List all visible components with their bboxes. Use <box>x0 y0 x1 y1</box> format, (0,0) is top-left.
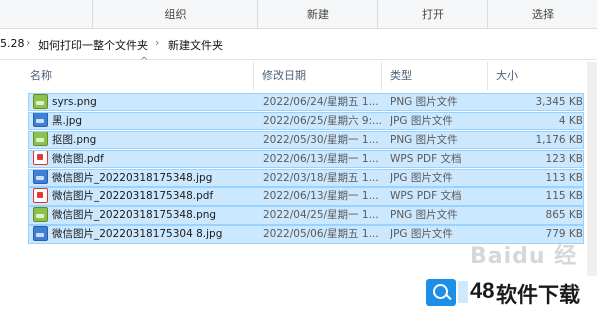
file-name-cell[interactable]: 微信图片_20220318175348.jpg <box>31 169 259 188</box>
file-type: PNG 图片文件 <box>390 96 458 108</box>
file-row[interactable]: 微信图片_20220318175348.png 2022/04/25/星期一 1.… <box>28 206 584 225</box>
file-date: 2022/04/25/星期一 1... <box>263 209 379 222</box>
png-file-icon <box>33 94 48 109</box>
file-row[interactable]: 抠图.png 2022/05/30/星期一 1... PNG 图片文件 1,176 K… <box>28 130 584 150</box>
pdf-file-icon <box>33 150 48 166</box>
ribbon-group-open[interactable]: 打开 <box>377 0 488 28</box>
file-date: 2022/06/13/星期一 1... <box>263 152 379 165</box>
file-type: PNG 图片文件 <box>390 209 458 222</box>
file-name-cell[interactable]: 微信图片_20220318175348.png <box>31 207 259 225</box>
file-name: 微信图片_20220318175348.jpg <box>52 171 213 184</box>
pdf-file-icon <box>33 188 48 203</box>
file-size: 865 KB <box>545 209 583 222</box>
file-date: 2022/05/30/星期一 1... <box>263 133 379 146</box>
breadcrumb-current[interactable]: 新建文件夹 <box>168 37 223 53</box>
file-date: 2022/06/25/星期六 9:... <box>263 114 383 127</box>
ribbon-group-bar: 组织 新建 打开 选择 <box>0 0 597 29</box>
file-size: 123 KB <box>545 152 583 165</box>
file-name: 微信图片_20220318175348.png <box>52 209 217 222</box>
file-name-cell[interactable]: 微信图.pdf <box>31 150 259 169</box>
chevron-right-icon[interactable]: › <box>155 36 159 49</box>
file-name-cell[interactable]: syrs.png <box>31 94 259 112</box>
file-row[interactable]: 微信图.pdf 2022/06/13/星期一 1... WPS PDF 文档 123 … <box>28 149 584 169</box>
banner-text: 软件下载 <box>496 283 580 307</box>
file-name-cell[interactable]: 抠图.png <box>31 131 259 150</box>
file-name: 微信图片_20220318175304 8.jpg <box>52 228 223 241</box>
file-date: 2022/03/18/星期五 1... <box>263 171 379 184</box>
file-date: 2022/06/24/星期五 1... <box>263 96 379 108</box>
file-size: 1,176 KB <box>535 133 584 146</box>
jpg-file-icon <box>33 169 48 185</box>
file-list: syrs.png 2022/06/24/星期五 1... PNG 图片文件 3,345… <box>28 93 584 244</box>
jpg-file-icon <box>33 226 48 241</box>
column-header-type[interactable]: 类型 <box>382 62 488 90</box>
breadcrumb-folder[interactable]: 如何打印一整个文件夹 <box>38 37 148 53</box>
breadcrumb-root[interactable]: 5.28 <box>0 37 25 50</box>
file-name: 抠图.png <box>52 133 97 146</box>
file-row[interactable]: 微信图片_20220318175348.jpg 2022/03/18/星期五 1.… <box>28 168 584 188</box>
file-date: 2022/06/13/星期一 1... <box>263 190 379 203</box>
file-name-cell[interactable]: 微信图片_20220318175348.pdf <box>31 188 259 206</box>
file-name-cell[interactable]: 微信图片_20220318175304 8.jpg <box>31 226 259 244</box>
column-header-date[interactable]: 修改日期 <box>254 62 382 90</box>
file-name: 黑.jpg <box>52 114 83 127</box>
banner-number: 48 <box>470 278 495 303</box>
ribbon-group-organize[interactable]: 组织 <box>92 0 258 28</box>
file-row[interactable]: 黑.jpg 2022/06/25/星期六 9:... JPG 图片文件 4 KB <box>28 111 584 131</box>
column-header-size[interactable]: 大小 <box>488 62 568 90</box>
site-banner: 48 软件下载 <box>426 276 597 309</box>
search-icon <box>426 279 456 306</box>
file-size: 113 KB <box>545 171 583 184</box>
jpg-file-icon <box>33 112 48 128</box>
file-size: 3,345 KB <box>535 96 584 108</box>
file-type: WPS PDF 文档 <box>390 152 462 165</box>
file-type: WPS PDF 文档 <box>390 190 462 203</box>
column-header-row: ^ 名称 修改日期 类型 大小 <box>22 56 597 90</box>
file-type: JPG 图片文件 <box>390 114 453 127</box>
file-size: 115 KB <box>545 190 583 203</box>
png-file-icon <box>33 131 48 147</box>
file-size: 4 KB <box>558 114 583 127</box>
file-row[interactable]: 微信图片_20220318175348.pdf 2022/06/13/星期一 1.… <box>28 187 584 206</box>
file-name-cell[interactable]: 黑.jpg <box>31 112 259 131</box>
file-row[interactable]: syrs.png 2022/06/24/星期五 1... PNG 图片文件 3,345… <box>28 93 584 112</box>
png-file-icon <box>33 207 48 222</box>
file-date: 2022/05/06/星期五 1... <box>263 228 379 241</box>
address-bar[interactable]: 5.28 › 如何打印一整个文件夹 › 新建文件夹 <box>0 29 597 60</box>
ribbon-group-select[interactable]: 选择 <box>487 0 597 28</box>
file-type: PNG 图片文件 <box>390 133 458 146</box>
file-name: syrs.png <box>52 96 97 108</box>
column-header-name[interactable]: 名称 <box>22 62 254 90</box>
banner-divider <box>458 281 468 303</box>
file-name: 微信图片_20220318175348.pdf <box>52 190 214 203</box>
ribbon-group-new[interactable]: 新建 <box>257 0 378 28</box>
ribbon-group-clipboard <box>0 0 92 28</box>
file-type: JPG 图片文件 <box>390 171 453 184</box>
file-name: 微信图.pdf <box>52 152 104 165</box>
chevron-right-icon[interactable]: › <box>26 36 30 49</box>
